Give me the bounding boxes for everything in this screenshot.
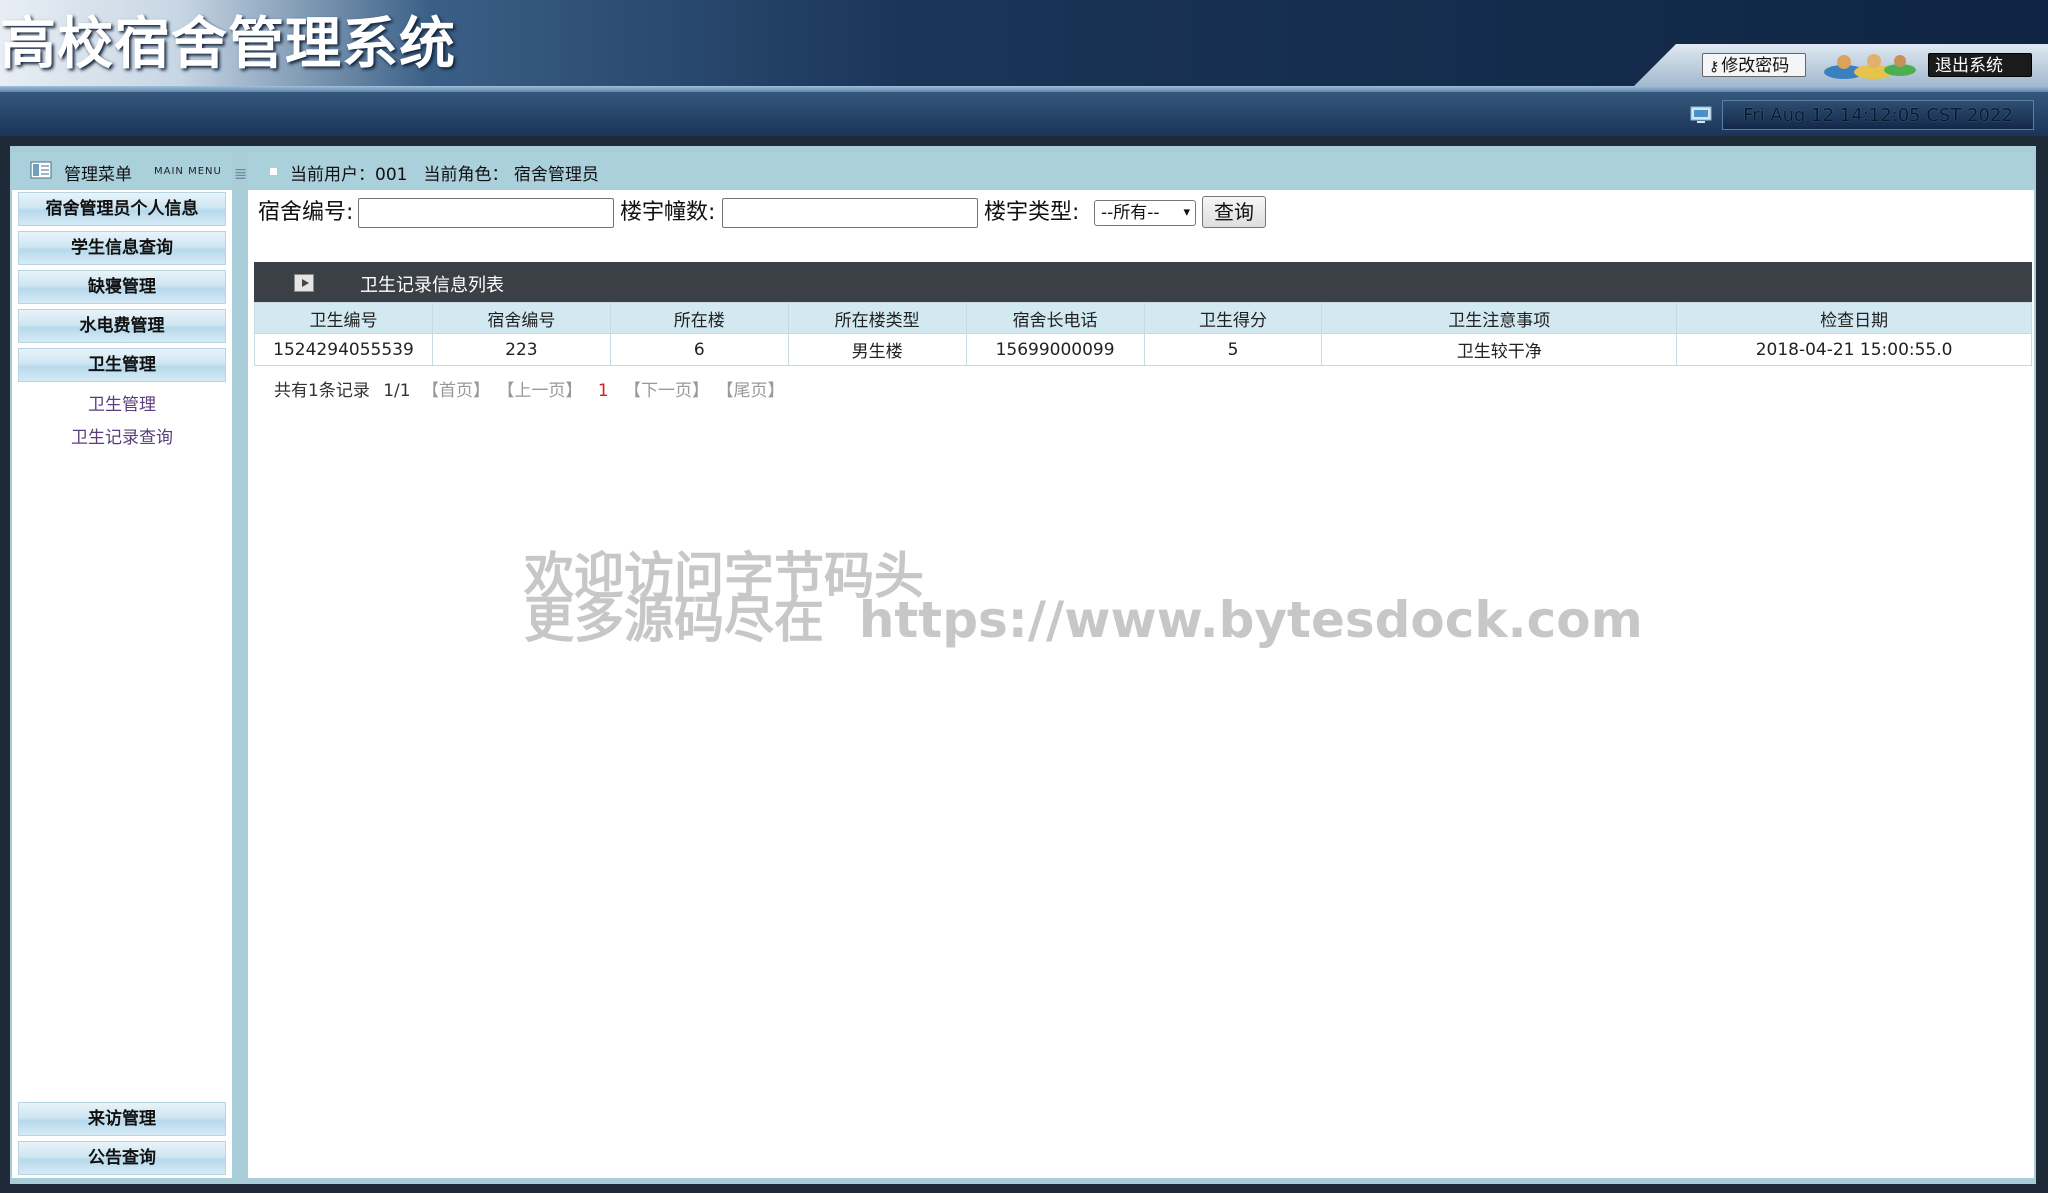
building-type-selected: --所有--	[1101, 203, 1160, 223]
cell-notes: 卫生较干净	[1321, 333, 1678, 366]
sidebar-subitem-hygiene-manage[interactable]: 卫生管理	[12, 390, 232, 415]
cell-dorm-no: 223	[431, 333, 611, 366]
col-leader-phone: 宿舍长电话	[965, 302, 1145, 334]
sidebar-item-announcements[interactable]: 公告查询	[14, 1141, 230, 1175]
table-header-row: 卫生编号 宿舍编号 所在楼 所在楼类型 宿舍长电话 卫生得分 卫生注意事项 检查…	[254, 302, 2032, 334]
cell-check-date: 2018-04-21 15:00:55.0	[1676, 333, 2032, 366]
sidebar-item-visitors[interactable]: 来访管理	[14, 1102, 230, 1136]
bullet-icon	[270, 168, 277, 175]
menu-icon	[30, 161, 52, 179]
cell-building-type: 男生楼	[787, 333, 967, 366]
cell-leader-phone: 15699000099	[965, 333, 1145, 366]
pagination: 共有1条记录 1/1 【首页】 【上一页】 1 【下一页】 【尾页】	[274, 376, 784, 401]
key-icon: ⚷	[1709, 59, 1720, 75]
menu-subtitle: MAIN MENU	[154, 166, 222, 177]
pager-pages: 1/1	[383, 381, 411, 401]
pager-prev[interactable]: 【上一页】	[497, 381, 582, 401]
menu-header: 管理菜单 MAIN MENU ≣	[12, 152, 247, 190]
change-password-label: 修改密码	[1721, 56, 1790, 76]
sidebar-item-utility-fees[interactable]: 水电费管理	[14, 309, 230, 343]
sidebar-item-student-info[interactable]: 学生信息查询	[14, 231, 230, 265]
building-label: 楼宇幢数:	[620, 200, 716, 225]
col-dorm-no: 宿舍编号	[431, 302, 611, 334]
col-hygiene-id: 卫生编号	[254, 302, 433, 334]
list-header: 卫生记录信息列表	[254, 262, 2032, 302]
col-score: 卫生得分	[1143, 302, 1323, 334]
pager-first[interactable]: 【首页】	[422, 381, 490, 401]
col-check-date: 检查日期	[1676, 302, 2032, 334]
building-input[interactable]	[722, 198, 978, 228]
menu-collapse-handle[interactable]: ≣	[234, 164, 247, 183]
dorm-no-label: 宿舍编号:	[258, 200, 354, 225]
current-role: 当前角色： 宿舍管理员	[423, 165, 599, 185]
dorm-no-input[interactable]	[358, 198, 614, 228]
cell-score: 5	[1143, 333, 1323, 366]
sidebar-subitem-hygiene-records[interactable]: 卫生记录查询	[12, 423, 232, 448]
user-info-text: 当前用户：001 当前角色： 宿舍管理员	[290, 160, 615, 185]
sidebar-item-hygiene[interactable]: 卫生管理	[14, 348, 230, 382]
monitor-icon	[1690, 106, 1712, 123]
table-row: 1524294055539 223 6 男生楼 15699000099 5 卫生…	[254, 333, 2032, 366]
play-icon	[294, 274, 314, 292]
change-password-button[interactable]: ⚷ 修改密码	[1702, 53, 1806, 77]
pager-current[interactable]: 1	[598, 381, 609, 401]
pager-summary: 共有1条记录	[274, 381, 370, 401]
query-button[interactable]: 查询	[1202, 196, 1266, 228]
col-building-type: 所在楼类型	[787, 302, 967, 334]
sidebar-item-absence[interactable]: 缺寝管理	[14, 270, 230, 304]
datetime-text: Fri Aug 12 14:12:05 CST 2022	[1743, 105, 2013, 126]
cell-hygiene-id: 1524294055539	[254, 333, 433, 366]
user-info-bar: 当前用户：001 当前角色： 宿舍管理员	[248, 152, 2034, 190]
watermark-line2: 更多源码尽在 https://www.bytesdock.com	[524, 591, 1643, 649]
datetime-display: Fri Aug 12 14:12:05 CST 2022	[1722, 100, 2034, 130]
chevron-down-icon: ▾	[1183, 205, 1190, 220]
hygiene-records-table: 卫生编号 宿舍编号 所在楼 所在楼类型 宿舍长电话 卫生得分 卫生注意事项 检查…	[254, 302, 2032, 366]
pager-last[interactable]: 【尾页】	[716, 381, 784, 401]
logout-button[interactable]: 退出系统	[1928, 53, 2032, 77]
current-user: 当前用户：001	[290, 165, 408, 185]
pager-next[interactable]: 【下一页】	[624, 381, 709, 401]
app-title: 高校宿舍管理系统	[0, 12, 456, 77]
cell-building: 6	[609, 333, 789, 366]
sidebar-item-dorm-admin-info[interactable]: 宿舍管理员个人信息	[14, 192, 230, 226]
menu-title: 管理菜单	[64, 165, 132, 185]
col-building: 所在楼	[609, 302, 789, 334]
col-notes: 卫生注意事项	[1321, 302, 1678, 334]
building-type-label: 楼宇类型:	[984, 200, 1080, 225]
list-title: 卫生记录信息列表	[360, 275, 504, 296]
users-icon	[1824, 54, 1916, 79]
building-type-select[interactable]: --所有-- ▾	[1094, 200, 1196, 226]
